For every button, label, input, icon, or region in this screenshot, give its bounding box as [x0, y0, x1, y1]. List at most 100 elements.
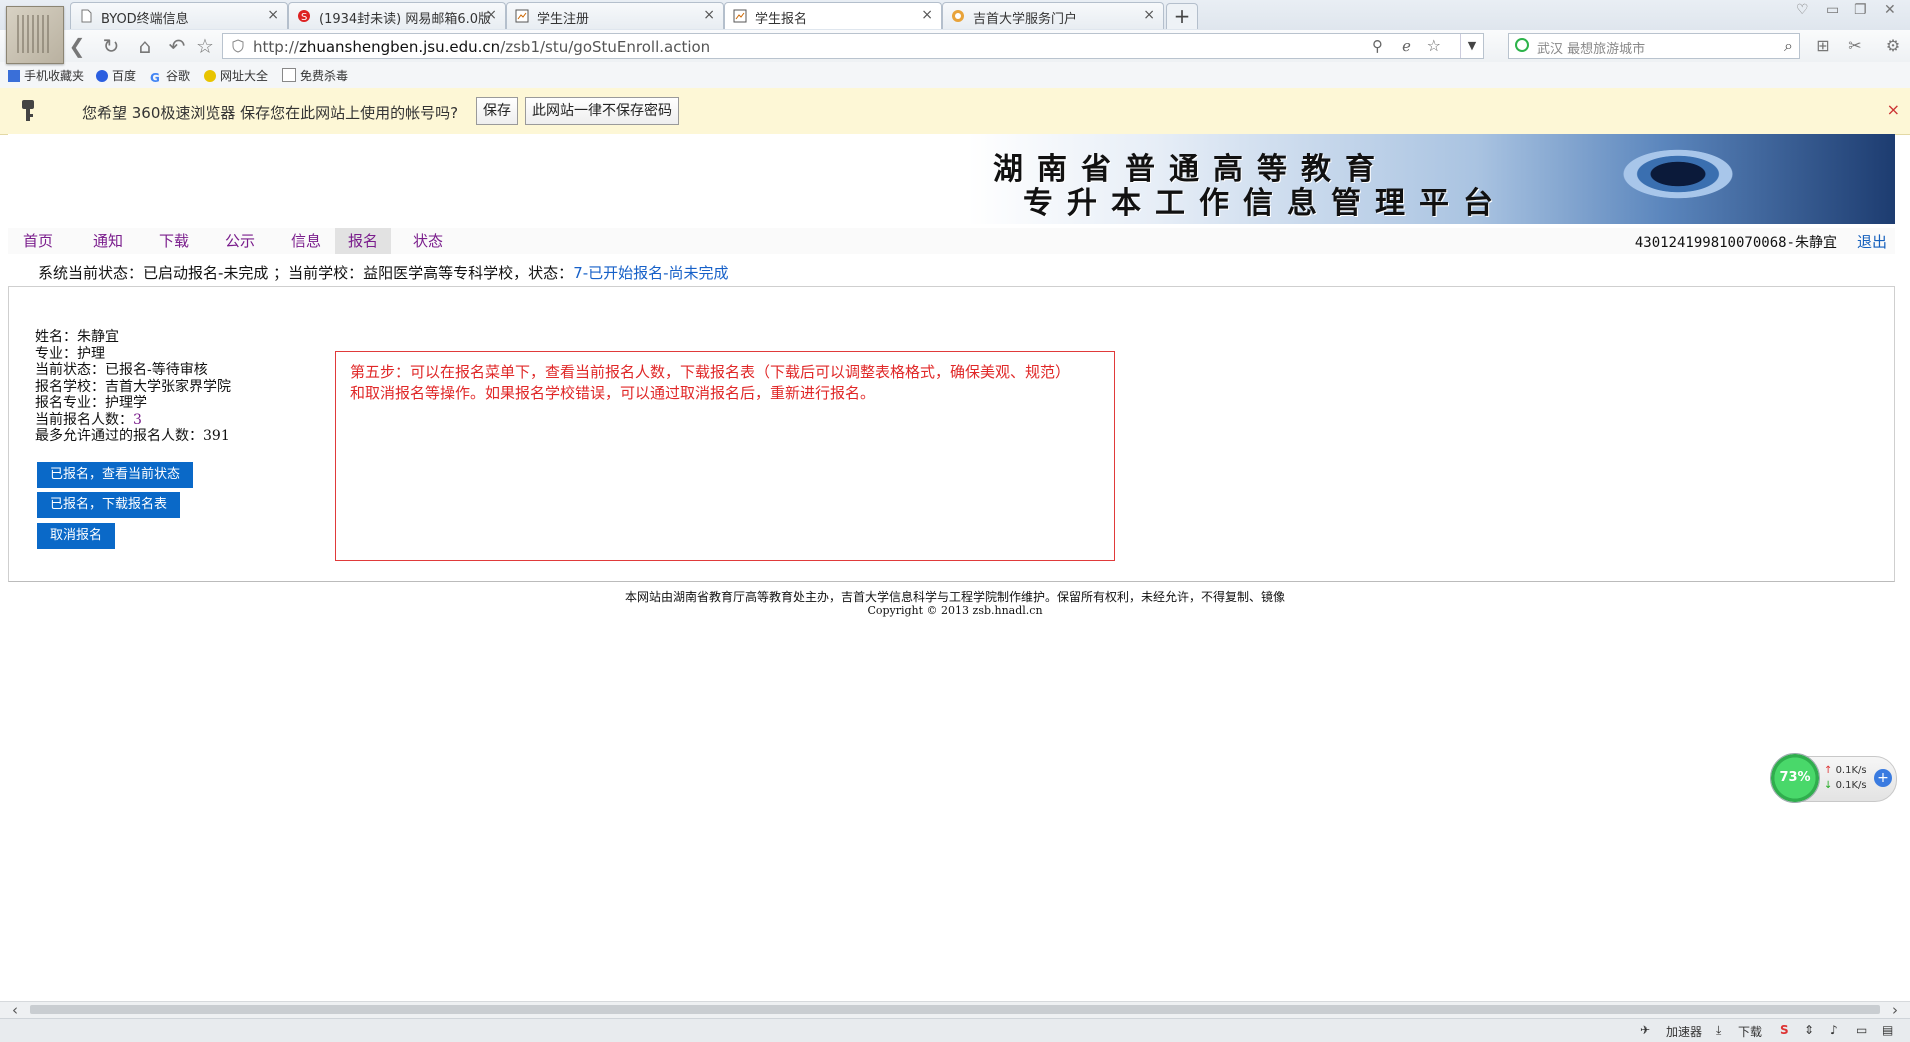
input-method-icon[interactable]: S — [1780, 1023, 1789, 1037]
page-icon — [81, 9, 92, 23]
status-bar: ✈ 加速器 ⤓ 下载 S ⇕ ♪ ▭ ▤ — [0, 1018, 1910, 1042]
user-id-name: 430124199810070068-朱静宜 — [1634, 235, 1837, 251]
back-icon[interactable]: ❮ — [66, 35, 88, 57]
ie-mode-icon[interactable]: ℯ — [1402, 37, 1411, 55]
download-label[interactable]: 下载 — [1738, 1023, 1762, 1040]
nav-home[interactable]: 首页 — [12, 228, 64, 254]
accelerator-icon[interactable]: ✈ — [1640, 1023, 1650, 1037]
banner-title-line2: 专升本工作信息管理平台 — [1023, 186, 1507, 221]
footer-notice: 本网站由湖南省教育厅高等教育处主办，吉首大学信息科学与工程学院制作维护。保留所有… — [624, 590, 1285, 604]
tab-strip: BYOD终端信息 × S (1934封未读) 网易邮箱6.0版 × 学生注册 ×… — [0, 0, 1910, 30]
never-save-button[interactable]: 此网站一律不保存密码 — [525, 97, 679, 125]
bookmark-folder-icon — [8, 70, 20, 82]
bookmark-baidu[interactable]: 百度 — [96, 67, 136, 84]
settings-icon[interactable]: ⚙ — [1882, 35, 1904, 57]
search-input[interactable]: 武汉 最想旅游城市 ⌕ — [1508, 33, 1800, 59]
nav-enroll[interactable]: 报名 — [335, 228, 391, 254]
main-nav: 首页 通知 下载 公示 信息 报名 状态 430124199810070068-… — [8, 228, 1895, 254]
tab-netease-mail[interactable]: S (1934封未读) 网易邮箱6.0版 × — [288, 2, 506, 29]
search-icon[interactable]: ⌕ — [1784, 36, 1793, 56]
copyright: Copyright © 2013 zsb.hnadl.cn — [867, 604, 1043, 617]
close-icon[interactable]: × — [485, 7, 497, 23]
display-icon[interactable]: ▭ — [1856, 1023, 1867, 1037]
view-status-button[interactable]: 已报名，查看当前状态 — [37, 462, 194, 488]
google-icon: G — [150, 71, 160, 85]
favorite-star-icon[interactable]: ☆ — [194, 35, 216, 57]
enroll-major: 报名专业：护理学 — [35, 395, 147, 411]
close-icon[interactable]: × — [1887, 100, 1900, 119]
address-toolbar: ❮ ↻ ⌂ ↶ ☆ http://zhuanshengben.jsu.edu.c… — [0, 30, 1910, 63]
close-window-icon[interactable]: ✕ — [1884, 2, 1896, 18]
search-engine-icon — [1515, 38, 1529, 52]
url-text: http://zhuanshengben.jsu.edu.cn/zsb1/stu… — [253, 38, 711, 56]
save-password-button[interactable]: 保存 — [476, 97, 518, 125]
portal-icon — [952, 10, 964, 22]
enroll-count: 当前报名人数：3 — [35, 411, 142, 428]
browser-avatar[interactable] — [6, 6, 64, 64]
netease-mail-icon: S — [298, 10, 310, 23]
network-speed-widget[interactable]: 73% 0.1K/s 0.1K/s + — [1770, 753, 1897, 803]
cancel-enroll-button[interactable]: 取消报名 — [37, 523, 116, 549]
sort-icon[interactable]: ⇕ — [1804, 1023, 1814, 1037]
zoom-icon[interactable]: ⚲ — [1372, 37, 1383, 55]
enroll-school: 报名学校：吉首大学张家界学院 — [35, 378, 231, 395]
nav-download[interactable]: 下载 — [146, 228, 202, 254]
tab-jsu-portal[interactable]: 吉首大学服务门户 × — [942, 2, 1164, 29]
student-name: 姓名：朱静宜 — [35, 329, 119, 345]
new-tab-button[interactable]: + — [1166, 3, 1198, 29]
scroll-left-icon[interactable]: ‹ — [12, 1001, 18, 1019]
download-icon[interactable]: ⤓ — [1716, 1023, 1721, 1038]
tab-student-register[interactable]: 学生注册 × — [506, 2, 724, 29]
close-icon[interactable]: × — [1143, 7, 1155, 23]
bookmark-mobile[interactable]: 手机收藏夹 — [8, 67, 84, 84]
close-icon[interactable]: × — [267, 7, 279, 23]
bookmark-google[interactable]: G 谷歌 — [150, 67, 190, 84]
scroll-right-icon[interactable]: › — [1892, 1001, 1898, 1019]
enroll-info: 姓名：朱静宜 专业：护理 当前状态：已报名-等待审核 报名学校：吉首大学张家界学… — [35, 329, 231, 445]
bookmark-antivirus[interactable]: 免费杀毒 — [282, 67, 348, 84]
directory-icon — [204, 70, 216, 82]
close-icon[interactable]: × — [703, 7, 715, 23]
memory-percent: 73% — [1770, 753, 1820, 803]
horizontal-scrollbar[interactable]: ‹ › — [0, 1001, 1910, 1019]
tab-byod[interactable]: BYOD终端信息 × — [70, 2, 288, 29]
bookmark-star-icon[interactable]: ☆ — [1427, 36, 1441, 55]
chart-page-icon — [733, 9, 747, 23]
tray-icon[interactable]: ▤ — [1882, 1023, 1893, 1037]
tab-student-enroll[interactable]: 学生报名 × — [724, 2, 942, 29]
scroll-thumb[interactable] — [30, 1005, 1880, 1014]
page-footer: 本网站由湖南省教育厅高等教育处主办，吉首大学信息科学与工程学院制作维护。保留所有… — [0, 590, 1910, 618]
restore-icon[interactable]: ❐ — [1854, 2, 1867, 18]
key-icon — [22, 100, 34, 121]
accelerator-label[interactable]: 加速器 — [1666, 1023, 1702, 1040]
max-allowed: 最多允许通过的报名人数：391 — [35, 428, 230, 444]
current-state: 当前状态：已报名-等待审核 — [35, 362, 208, 378]
dropdown-icon[interactable]: ▼ — [1460, 34, 1483, 58]
url-input[interactable]: http://zhuanshengben.jsu.edu.cn/zsb1/stu… — [222, 33, 1484, 59]
nav-publicity[interactable]: 公示 — [212, 228, 268, 254]
upload-speed: 0.1K/s — [1824, 765, 1867, 776]
bookmark-hao-directory[interactable]: 网址大全 — [204, 67, 268, 84]
shield-icon — [232, 39, 244, 53]
apps-icon[interactable]: ⊞ — [1812, 35, 1834, 57]
notify-message: 您希望 360极速浏览器 保存您在此网站上使用的帐号吗? — [82, 104, 459, 122]
logout-link[interactable]: 退出 — [1857, 231, 1887, 252]
step-five-tip: 第五步：可以在报名菜单下，查看当前报名人数，下载报名表（下载后可以调整表格格式，… — [335, 351, 1115, 561]
tools-icon[interactable]: ✂ — [1844, 35, 1866, 57]
svg-text:S: S — [301, 12, 307, 23]
undo-icon[interactable]: ↶ — [166, 35, 188, 57]
skin-icon[interactable]: ♡ — [1796, 2, 1809, 18]
site-banner: 湖南省普通高等教育 专升本工作信息管理平台 — [8, 134, 1895, 224]
close-icon[interactable]: × — [921, 7, 933, 23]
sound-icon[interactable]: ♪ — [1830, 1023, 1838, 1037]
plus-icon[interactable]: + — [1874, 769, 1892, 787]
nav-status[interactable]: 状态 — [400, 228, 456, 254]
nav-info[interactable]: 信息 — [278, 228, 334, 254]
home-icon[interactable]: ⌂ — [134, 35, 156, 57]
minimize-icon[interactable]: ▭ — [1826, 2, 1839, 18]
refresh-icon[interactable]: ↻ — [100, 35, 122, 57]
nav-notice[interactable]: 通知 — [80, 228, 136, 254]
system-status-line: 系统当前状态：已启动报名-未完成 ；当前学校：益阳医学高等专科学校，状态：7-已… — [38, 264, 729, 282]
download-form-button[interactable]: 已报名，下载报名表 — [37, 492, 181, 518]
save-password-bar: 您希望 360极速浏览器 保存您在此网站上使用的帐号吗? 保存 此网站一律不保存… — [0, 88, 1910, 135]
